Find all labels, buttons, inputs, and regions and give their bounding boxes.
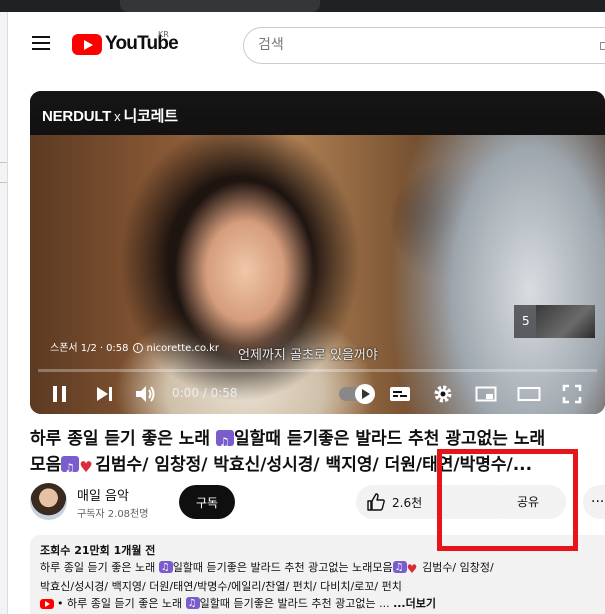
brand-label: NERDULT x 니코레트 [42, 105, 178, 126]
browser-tab[interactable] [120, 0, 320, 12]
progress-bar[interactable] [38, 369, 597, 372]
music-note-icon [61, 455, 80, 478]
volume-icon[interactable] [133, 374, 159, 414]
pause-icon[interactable] [48, 374, 72, 414]
next-icon[interactable] [92, 374, 116, 414]
skip-preview[interactable]: 5 [514, 305, 595, 338]
more-actions-button[interactable]: ··· [583, 485, 605, 519]
info-icon[interactable]: i [132, 343, 143, 353]
skip-count: 5 [522, 314, 530, 328]
sponsor-site-link[interactable]: nicorette.co.kr [147, 343, 219, 354]
sponsor-label: 스폰서 1/2 [50, 343, 97, 354]
description-text: 김범수/ 임창정/ [418, 561, 494, 574]
title-text: 모음 [30, 455, 62, 475]
description-line: 하루 종일 듣기 좋은 노래 일할때 듣기좋은 발라드 추천 광고없는 노래모음… [40, 559, 595, 578]
theater-mode-icon[interactable] [516, 374, 542, 414]
description-text: 일할때 듣기좋은 발라드 추천 광고없는 노래모음 [172, 561, 393, 574]
autoplay-toggle[interactable] [339, 384, 375, 404]
video-caption: 언제까지 골초로 있을꺼야 [238, 348, 378, 363]
fullscreen-icon[interactable] [559, 374, 585, 414]
description-text: • 하루 종일 듣기 좋은 노래 [57, 597, 183, 610]
sponsor-info: 스폰서 1/2 · 0:58 i nicorette.co.kr [50, 343, 220, 354]
edge-mark [0, 182, 7, 183]
subtitles-icon[interactable] [388, 374, 412, 414]
brand-x: x [114, 109, 121, 124]
heart-icon [79, 460, 95, 475]
youtube-play-icon [72, 33, 102, 55]
masthead: YouTube KR [8, 12, 605, 78]
like-count: 2.6천 [392, 495, 423, 510]
description-text: 일할때 듣기좋은 발라드 추천 광고없는 ... [199, 597, 390, 610]
more-icon: ··· [591, 494, 605, 510]
heart-icon [407, 563, 419, 578]
description-line: • 하루 종일 듣기 좋은 노래 일할때 듣기좋은 발라드 추천 광고없는 ..… [40, 595, 595, 612]
edge-mark [0, 162, 7, 163]
brand-name: NERDULT [42, 108, 112, 125]
music-note-icon [216, 429, 234, 452]
ad-banner: NERDULT x 니코레트 [30, 91, 605, 135]
country-code: KR [158, 30, 169, 39]
time-display: 0:00 / 0:58 [172, 386, 238, 400]
miniplayer-icon[interactable] [474, 374, 498, 414]
keyboard-icon[interactable] [600, 42, 605, 50]
show-more-link[interactable]: ...더보기 [393, 597, 436, 610]
channel-avatar[interactable] [30, 483, 67, 520]
search-input[interactable] [258, 37, 578, 53]
window-left-edge [0, 12, 8, 614]
highlight-box [437, 449, 578, 551]
music-note-icon [392, 559, 407, 576]
settings-icon[interactable] [431, 374, 455, 414]
subscriber-count: 구독자 2.08천명 [77, 509, 149, 520]
video-frame [30, 91, 605, 414]
video-player[interactable]: NERDULT x 니코레트 언제까지 골초로 있을꺼야 스폰서 1/2 · 0:58 i… [30, 91, 605, 414]
menu-icon[interactable] [32, 36, 50, 50]
title-text: 하루 종일 듣기 좋은 노래 [30, 429, 211, 449]
sponsor-time: 0:58 [106, 343, 129, 354]
channel-name[interactable]: 매일 음악 [77, 485, 129, 504]
like-button[interactable]: 2.6천 [356, 485, 450, 519]
description-text: 하루 종일 듣기 좋은 노래 [40, 561, 156, 574]
browser-tab-strip [0, 0, 605, 12]
music-note-icon [185, 595, 200, 612]
autoplay-knob [355, 384, 375, 404]
subscribe-button[interactable]: 구독 [179, 485, 235, 519]
title-text: 일할때 듣기좋은 발라드 추천 광고없는 노래 [234, 429, 546, 449]
music-note-icon [158, 559, 173, 576]
youtube-small-icon [40, 599, 54, 609]
search-box[interactable] [243, 27, 605, 64]
next-video-thumbnail [536, 305, 595, 338]
player-controls: 0:00 / 0:58 [30, 374, 605, 414]
thumbs-up-icon [367, 493, 385, 511]
description-line: 박효신/성시경/ 백지영/ 더원/태연/박명수/에일리/찬열/ 펀치/ 다비치/… [40, 580, 402, 593]
brand-partner: 니코레트 [123, 108, 178, 125]
